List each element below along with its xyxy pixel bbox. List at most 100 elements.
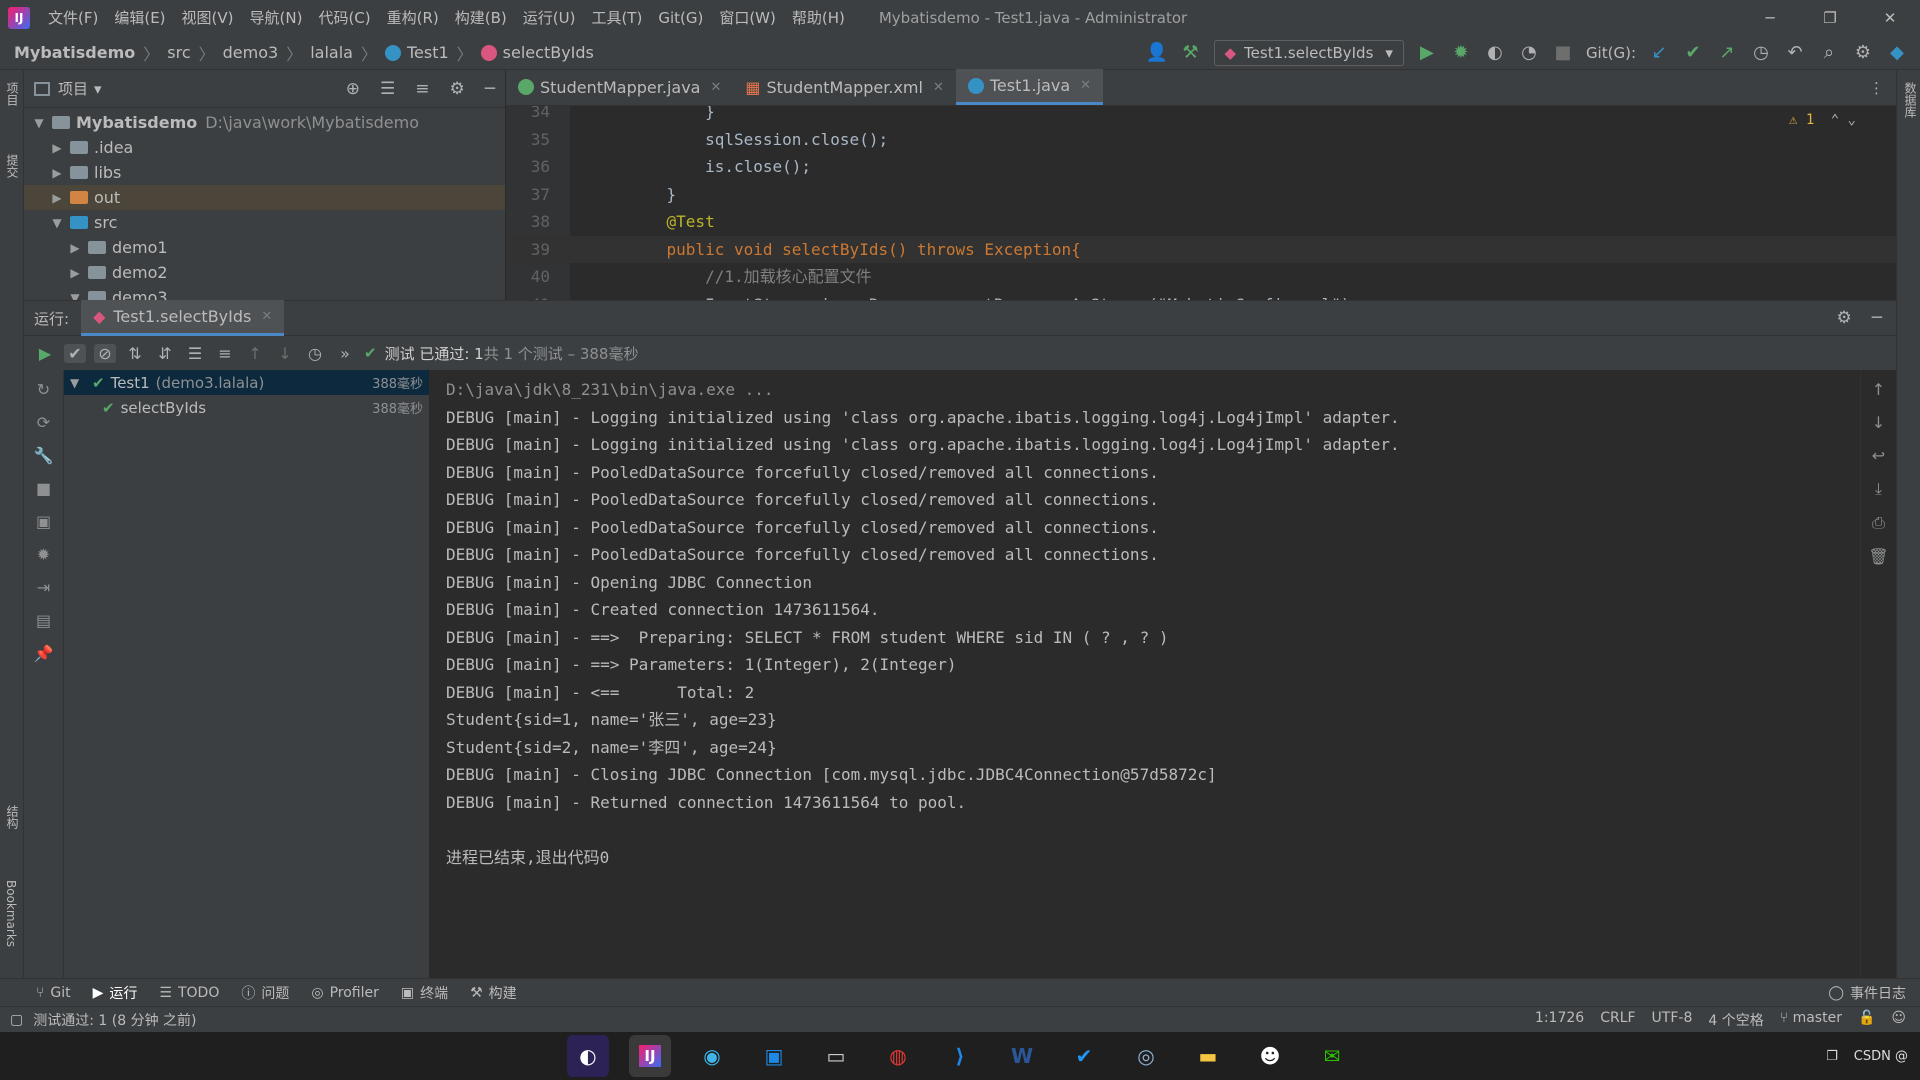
structure-tool-label[interactable]: 结构 <box>4 805 21 829</box>
breadcrumb-lalala[interactable]: lalala <box>310 43 353 62</box>
chevron-down-icon[interactable]: ▼ <box>48 216 66 230</box>
coverage-icon[interactable]: ◐ <box>1484 42 1506 63</box>
git-push-icon[interactable]: ↗ <box>1716 42 1738 63</box>
remote-app-icon[interactable]: ▣ <box>753 1035 795 1077</box>
pin-icon[interactable]: 📌 <box>34 644 54 663</box>
tree-item-src[interactable]: ▼ src <box>24 210 505 235</box>
panel-toggle-icon[interactable]: ▢ <box>10 1012 23 1028</box>
file-encoding[interactable]: UTF-8 <box>1652 1010 1693 1030</box>
menu-edit[interactable]: 编辑(E) <box>106 0 173 36</box>
breadcrumb-project[interactable]: Mybatisdemo <box>14 43 135 62</box>
chevron-right-icon[interactable]: ▶ <box>66 266 84 280</box>
git-update-icon[interactable]: ↙ <box>1648 42 1670 63</box>
breadcrumb-src[interactable]: src <box>167 43 190 62</box>
commit-tool-label[interactable]: 提交 <box>4 154 21 178</box>
print-icon[interactable]: ⎙ <box>1872 513 1885 533</box>
project-header-title[interactable]: 项目 <box>58 78 88 99</box>
gear-icon[interactable]: ⚙ <box>1837 308 1852 328</box>
database-tool-label[interactable]: 数据库 <box>1902 82 1919 118</box>
menu-code[interactable]: 代码(C) <box>310 0 378 36</box>
test-row-method[interactable]: ✔ selectByIds 388毫秒 <box>64 395 429 420</box>
wechat-app-icon[interactable]: ✉ <box>1311 1035 1353 1077</box>
tool-tab-build[interactable]: ⚒ 构建 <box>470 983 517 1003</box>
tree-item-libs[interactable]: ▶ libs <box>24 160 505 185</box>
panda-app-icon[interactable]: ☻ <box>1249 1035 1291 1077</box>
plugin-icon[interactable]: ◆ <box>1886 42 1908 63</box>
menu-file[interactable]: 文件(F) <box>40 0 106 36</box>
lock-icon[interactable]: 🔓 <box>1858 1010 1875 1030</box>
restore-icon[interactable]: ❐ <box>1800 9 1860 27</box>
chevron-right-icon[interactable]: ▶ <box>66 241 84 255</box>
stop-icon[interactable]: ■ <box>1552 42 1574 63</box>
expand-all-icon[interactable]: ☰ <box>380 79 395 99</box>
close-icon[interactable]: ✕ <box>261 309 272 324</box>
project-tool-label[interactable]: 项目 <box>4 82 21 106</box>
tree-root[interactable]: ▼ Mybatisdemo D:\java\work\Mybatisdemo <box>24 110 505 135</box>
chevron-right-icon[interactable]: ▶ <box>48 191 66 205</box>
sort-duration-icon[interactable]: ⇵ <box>154 344 176 363</box>
rollback-icon[interactable]: ↶ <box>1784 42 1806 63</box>
chevron-down-icon[interactable]: ▼ <box>70 376 88 390</box>
menu-git[interactable]: Git(G) <box>650 0 711 36</box>
warnings-indicator[interactable]: ⚠ 1 ⌃ ⌄ <box>1789 112 1856 128</box>
toggle-auto-test-icon[interactable]: ⟳ <box>37 413 50 432</box>
tool-tab-git[interactable]: ⑂ Git <box>36 985 71 1001</box>
more-icon[interactable]: » <box>334 344 356 363</box>
line-separator[interactable]: CRLF <box>1600 1010 1635 1030</box>
bug-icon[interactable]: ✹ <box>37 545 50 564</box>
wrench-icon[interactable]: 🔧 <box>34 446 54 465</box>
scroll-up-icon[interactable]: ↑ <box>1872 380 1885 399</box>
layout-icon[interactable]: ▤ <box>36 611 51 630</box>
exit-icon[interactable]: ⇥ <box>37 578 50 597</box>
hide-icon[interactable]: ─ <box>1872 308 1882 328</box>
more-tabs-icon[interactable]: ⋮ <box>1869 79 1884 97</box>
git-branch-widget[interactable]: ⑂ master <box>1780 1010 1842 1030</box>
chevron-right-icon[interactable]: ▶ <box>48 141 66 155</box>
show-ignored-icon[interactable]: ⊘ <box>94 343 116 363</box>
tool-tab-terminal[interactable]: ▣ 终端 <box>401 983 448 1003</box>
tree-item-demo1[interactable]: ▶ demo1 <box>24 235 505 260</box>
chrome-app-icon[interactable]: ◍ <box>877 1035 919 1077</box>
menu-window[interactable]: 窗口(W) <box>711 0 784 36</box>
run-icon[interactable]: ▶ <box>1416 42 1438 63</box>
chevron-right-icon[interactable]: ▶ <box>48 166 66 180</box>
breadcrumb-method[interactable]: selectByIds <box>503 43 594 62</box>
tab-test1-java[interactable]: Test1.java ✕ <box>955 69 1104 105</box>
minimize-icon[interactable]: ─ <box>1740 9 1800 27</box>
build-hammer-icon[interactable]: ⚒ <box>1180 42 1202 63</box>
rerun-failed-icon[interactable]: ↻ <box>37 380 50 399</box>
scroll-down-icon[interactable]: ↓ <box>1872 413 1885 432</box>
soft-wrap-icon[interactable]: ↩ <box>1872 446 1885 465</box>
close-icon[interactable]: ✕ <box>933 80 944 95</box>
console-output[interactable]: D:\java\jdk\8_231\bin\java.exe ... DEBUG … <box>430 370 1860 978</box>
close-icon[interactable]: ✕ <box>1080 78 1091 93</box>
close-icon[interactable]: ✕ <box>710 80 721 95</box>
task-view-icon[interactable]: ❐ <box>1826 1049 1838 1064</box>
todo-app-icon[interactable]: ✔ <box>1063 1035 1105 1077</box>
chevron-down-icon[interactable]: ▼ <box>30 116 48 130</box>
menu-view[interactable]: 视图(V) <box>174 0 242 36</box>
intellij-app-icon[interactable]: IJ <box>629 1035 671 1077</box>
search-icon[interactable]: ⌕ <box>1818 42 1840 63</box>
inspector-icon[interactable]: ☺ <box>1891 1010 1906 1030</box>
collapse-all-icon[interactable]: ≡ <box>214 344 236 363</box>
gear-icon[interactable]: ⚙ <box>450 79 465 99</box>
event-log-button[interactable]: ◯ 事件日志 <box>1828 983 1906 1003</box>
stop-icon[interactable]: ■ <box>36 479 51 498</box>
git-commit-icon[interactable]: ✔ <box>1682 42 1704 63</box>
debug-icon[interactable]: ✹ <box>1450 42 1472 63</box>
settings-gear-icon[interactable]: ⚙ <box>1852 42 1874 63</box>
caret-position[interactable]: 1:1726 <box>1535 1010 1584 1030</box>
vscode-app-icon[interactable]: ⟩ <box>939 1035 981 1077</box>
test-row-class[interactable]: ▼ ✔ Test1 (demo3.lalala) 388毫秒 <box>64 370 429 395</box>
expand-all-icon[interactable]: ☰ <box>184 344 206 363</box>
locate-icon[interactable]: ⊕ <box>346 79 360 99</box>
tool-tab-todo[interactable]: ☰ TODO <box>159 985 219 1001</box>
close-icon[interactable]: ✕ <box>1860 9 1920 27</box>
code-editor[interactable]: 34 } 35 sqlSession.close(); 36 is.close();… <box>506 106 1896 300</box>
show-passed-icon[interactable]: ✔ <box>64 343 86 363</box>
bookmarks-tool-label[interactable]: Bookmarks <box>4 880 18 947</box>
terminal-app-icon[interactable]: ▭ <box>815 1035 857 1077</box>
sort-alpha-icon[interactable]: ⇅ <box>124 344 146 363</box>
tool-tab-problems[interactable]: ⓘ 问题 <box>241 983 289 1003</box>
